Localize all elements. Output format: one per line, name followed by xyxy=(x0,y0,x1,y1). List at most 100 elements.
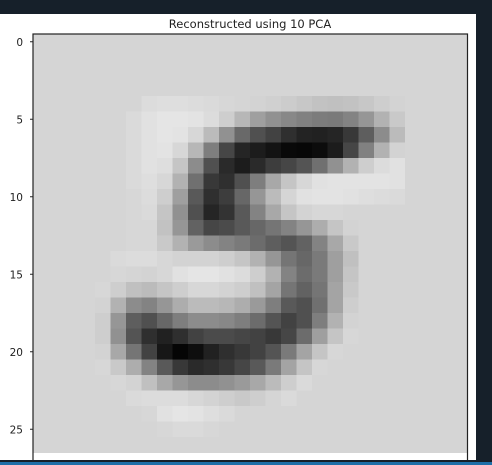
heatmap-cell xyxy=(281,282,297,298)
heatmap-cell xyxy=(312,437,328,453)
heatmap-cell xyxy=(110,142,127,159)
heatmap-cell xyxy=(451,251,468,267)
heatmap-cell xyxy=(33,251,49,267)
heatmap-cell xyxy=(374,189,390,205)
heatmap-cell xyxy=(420,220,437,236)
heatmap-cell xyxy=(234,158,251,174)
heatmap-cell xyxy=(203,34,220,50)
heatmap-cell xyxy=(126,266,142,283)
heatmap-cell xyxy=(126,49,142,66)
heatmap-cell xyxy=(420,297,437,314)
heatmap-cell xyxy=(64,344,80,360)
heatmap-cell xyxy=(110,406,127,422)
heatmap-cell xyxy=(79,282,96,298)
heatmap-cell xyxy=(281,204,297,221)
chart-title: Reconstructed using 10 PCA xyxy=(169,17,332,31)
heatmap-cell xyxy=(64,49,80,66)
heatmap-cell xyxy=(203,406,220,422)
heatmap-cell xyxy=(250,251,266,267)
heatmap-cell xyxy=(343,266,359,283)
heatmap-cell xyxy=(172,65,189,81)
heatmap-cell xyxy=(95,359,111,376)
heatmap-cell xyxy=(64,390,80,407)
heatmap-cell xyxy=(312,328,328,345)
heatmap-cell xyxy=(250,235,266,252)
heatmap-cell xyxy=(172,96,189,112)
heatmap-cell xyxy=(420,34,437,50)
heatmap-cell xyxy=(219,266,235,283)
heatmap-cell xyxy=(157,390,173,407)
heatmap-cell xyxy=(203,189,220,205)
heatmap-cell xyxy=(312,297,328,314)
heatmap-cell xyxy=(265,204,282,221)
heatmap-cell xyxy=(265,375,282,391)
heatmap-cell xyxy=(250,328,266,345)
heatmap-cell xyxy=(296,65,313,81)
heatmap-cell xyxy=(203,297,220,314)
heatmap-cell xyxy=(110,282,127,298)
heatmap-cell xyxy=(436,173,452,190)
heatmap-cell xyxy=(219,251,235,267)
heatmap-cell xyxy=(234,344,251,360)
heatmap-cell xyxy=(95,142,111,159)
heatmap-cell xyxy=(281,111,297,128)
heatmap-cell xyxy=(64,437,80,453)
heatmap-cell xyxy=(312,375,328,391)
heatmap-cell xyxy=(250,111,266,128)
heatmap-cell xyxy=(234,96,251,112)
heatmap-cell xyxy=(157,282,173,298)
heatmap-cell xyxy=(126,65,142,81)
heatmap-cell xyxy=(48,204,65,221)
heatmap-cell xyxy=(420,251,437,267)
heatmap-cell xyxy=(234,34,251,50)
heatmap-cell xyxy=(33,390,49,407)
heatmap-cell xyxy=(451,297,468,314)
heatmap-cell xyxy=(95,251,111,267)
heatmap-cell xyxy=(250,80,266,97)
heatmap-cell xyxy=(327,158,344,174)
heatmap-cell xyxy=(312,142,328,159)
heatmap-cell xyxy=(281,158,297,174)
heatmap-cell xyxy=(203,220,220,236)
heatmap-cell xyxy=(374,235,390,252)
heatmap-cell xyxy=(374,111,390,128)
heatmap-cell xyxy=(389,111,406,128)
heatmap-cell xyxy=(79,49,96,66)
heatmap-cell xyxy=(157,204,173,221)
heatmap-cell xyxy=(33,344,49,360)
heatmap-cell xyxy=(389,127,406,143)
heatmap-cell xyxy=(126,96,142,112)
heatmap-cell xyxy=(219,158,235,174)
y-tick-label: 20 xyxy=(10,347,23,359)
heatmap-cell xyxy=(327,65,344,81)
heatmap-cell xyxy=(157,406,173,422)
heatmap-cell xyxy=(250,282,266,298)
heatmap-cell xyxy=(265,421,282,438)
heatmap-cell xyxy=(436,34,452,50)
heatmap-cell xyxy=(219,421,235,438)
heatmap-cell xyxy=(312,49,328,66)
heatmap-cell xyxy=(343,204,359,221)
heatmap-cell xyxy=(48,80,65,97)
heatmap-cell xyxy=(203,235,220,252)
heatmap-cell xyxy=(451,80,468,97)
heatmap-cell xyxy=(234,328,251,345)
heatmap-cell xyxy=(250,34,266,50)
heatmap-cell xyxy=(219,359,235,376)
heatmap-cell xyxy=(327,111,344,128)
heatmap-cell xyxy=(95,297,111,314)
heatmap-cell xyxy=(188,142,204,159)
heatmap-cell xyxy=(95,328,111,345)
heatmap-cell xyxy=(250,49,266,66)
heatmap-cell xyxy=(451,313,468,329)
heatmap-cell xyxy=(343,344,359,360)
heatmap-cell xyxy=(420,142,437,159)
heatmap-cell xyxy=(79,235,96,252)
heatmap-cell xyxy=(172,173,189,190)
heatmap-cell xyxy=(48,421,65,438)
heatmap-cell xyxy=(389,344,406,360)
heatmap-cell xyxy=(95,158,111,174)
heatmap-cell xyxy=(33,406,49,422)
heatmap-cell xyxy=(343,437,359,453)
heatmap-cell xyxy=(172,344,189,360)
